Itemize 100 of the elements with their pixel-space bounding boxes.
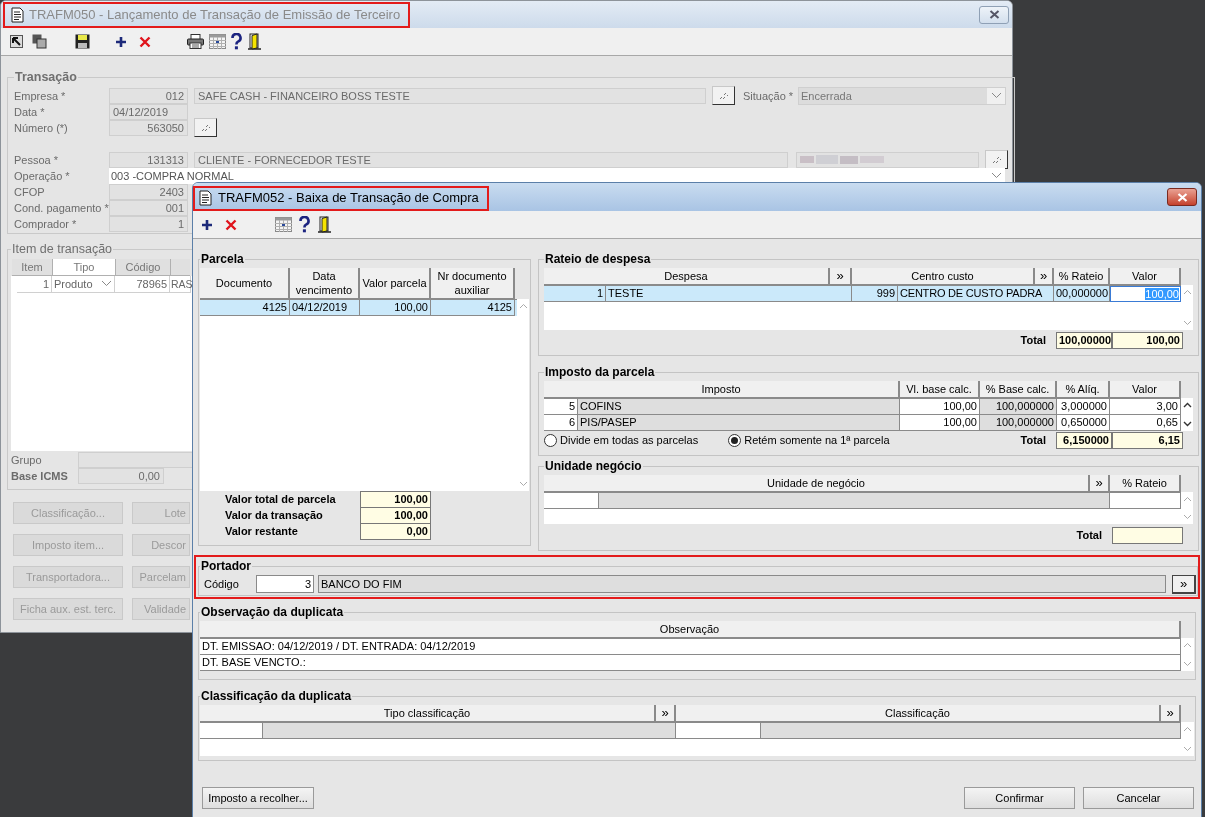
calendar-icon[interactable] [275, 217, 292, 232]
scroll-down-icon[interactable] [1182, 421, 1192, 427]
group-title: Item de transação [11, 241, 114, 258]
lookup-button[interactable]: » [1035, 268, 1054, 285]
group-title: Classificação da duplicata [200, 688, 353, 705]
table-cell: 1 [544, 286, 606, 302]
delete-icon[interactable] [139, 35, 151, 48]
table-cell: 4125 [431, 300, 515, 316]
radio-button[interactable] [544, 433, 557, 447]
table-cell: 78965 [115, 275, 170, 293]
arrow-box-icon[interactable] [10, 35, 23, 48]
delete-icon[interactable] [225, 218, 237, 231]
table-cell: 3,000000 [1057, 399, 1110, 415]
dots-icon [718, 91, 729, 100]
input-field[interactable]: 131313 [109, 151, 188, 168]
field-label: Empresa * [14, 88, 67, 104]
column-header: % Rateio [1110, 475, 1181, 492]
input-field[interactable]: SAFE CASH - FINANCEIRO BOSS TESTE [194, 87, 706, 104]
dropdown[interactable]: Produto [52, 275, 115, 293]
table-cell: TESTE [606, 286, 852, 302]
group-title: Portador [200, 558, 252, 575]
dropdown[interactable]: Encerrada [798, 86, 1006, 105]
column-header: % Rateio [1054, 268, 1110, 285]
close-button[interactable] [1167, 188, 1197, 206]
lookup-button[interactable]: » [1161, 705, 1181, 722]
help-icon[interactable] [299, 216, 310, 233]
column-header: Item [12, 258, 53, 276]
table-cell: DT. BASE VENCTO.: [200, 655, 1181, 671]
table-cell: PIS/PASEP [578, 415, 900, 431]
exit-door-icon[interactable] [247, 33, 262, 50]
table-row[interactable]: 4125 04/12/2019 100,00 4125 [200, 299, 517, 316]
total-label: Valor da transação [224, 507, 324, 523]
column-header: Valor [1110, 381, 1181, 398]
column-header: Tipo [53, 258, 116, 276]
column-header: Código [116, 258, 171, 276]
field-label: Grupo [11, 452, 43, 468]
column-header: Unidade de negócio [544, 475, 1090, 492]
lookup-button[interactable] [194, 118, 217, 138]
table-cell: 0,650000 [1057, 415, 1110, 431]
column-header: % Base calc. [980, 381, 1057, 398]
table-cell: RAS [170, 275, 191, 293]
stacked-squares-icon[interactable] [32, 34, 47, 49]
column-header: Centro custo [852, 268, 1035, 285]
group-title: Transação [14, 69, 78, 86]
calendar-icon[interactable] [209, 34, 226, 49]
table-cell: DT. EMISSAO: 04/12/2019 / DT. ENTRADA: 04/12/2019 [200, 639, 1181, 655]
dots-icon [200, 123, 211, 132]
field-label: Operação * [14, 168, 71, 184]
action-button[interactable]: Cancelar [1083, 787, 1194, 809]
table-row[interactable]: 1 TESTE 999 CENTRO DE CUSTO PADRA 00,000000 100,00 [544, 285, 1181, 302]
document-icon [199, 190, 212, 206]
radio-option[interactable]: Retém somente na 1ª parcela [728, 431, 890, 449]
radio-label: Retém somente na 1ª parcela [744, 432, 890, 448]
add-icon[interactable] [201, 218, 213, 231]
radio-label: Divide em todas as parcelas [560, 432, 699, 448]
lookup-button[interactable]: » [1172, 574, 1196, 594]
column-header: Valor [1110, 268, 1181, 285]
dots-icon [991, 155, 1002, 164]
save-icon[interactable] [75, 34, 90, 49]
table-cell: 4125 [200, 300, 290, 316]
column-header: Classificação [676, 705, 1161, 722]
field-label: Número (*) [14, 120, 69, 136]
lookup-button[interactable]: » [1090, 475, 1110, 492]
close-button[interactable] [979, 5, 1009, 24]
column-header: Imposto [544, 381, 900, 398]
input-field[interactable]: BANCO DO FIM [318, 575, 1166, 593]
exit-door-icon[interactable] [317, 216, 332, 233]
table-cell: 04/12/2019 [290, 300, 360, 316]
input-field[interactable]: 3 [256, 575, 314, 593]
input-field[interactable] [796, 151, 979, 168]
table-cell: 3,00 [1110, 399, 1181, 415]
input-field[interactable]: 100,00 [1110, 286, 1181, 302]
close-icon [988, 10, 1000, 19]
lookup-button[interactable]: » [656, 705, 676, 722]
lookup-button[interactable] [712, 86, 735, 106]
action-button[interactable]: Confirmar [964, 787, 1075, 809]
scroll-up-icon[interactable] [1182, 402, 1192, 408]
help-icon[interactable] [231, 33, 242, 50]
total-field: 6,15 [1112, 431, 1183, 449]
column-header: Tipo classificação [200, 705, 656, 722]
field-label: Situação * [743, 88, 795, 104]
column-header [171, 258, 190, 276]
printer-icon[interactable] [187, 34, 204, 49]
table-cell: 1 [17, 275, 52, 293]
lookup-button[interactable] [985, 150, 1008, 170]
input-field[interactable]: 012 [109, 87, 188, 104]
input-field[interactable]: CLIENTE - FORNECEDOR TESTE [194, 151, 788, 168]
column-header: Valor parcela [360, 268, 431, 299]
column-header: % Alíq. [1057, 381, 1110, 398]
add-icon[interactable] [115, 35, 127, 48]
column-header: Documento [200, 268, 290, 299]
action-button[interactable]: Imposto a recolher... [202, 787, 314, 809]
radio-option[interactable]: Divide em todas as parcelas [544, 431, 699, 449]
total-label: Valor restante [224, 523, 299, 539]
radio-button[interactable] [728, 433, 742, 447]
lookup-button[interactable]: » [830, 268, 852, 285]
column-header: Data vencimento [290, 268, 360, 299]
close-icon [1176, 192, 1188, 202]
field-label: Data * [14, 104, 46, 120]
total-field [1112, 527, 1183, 544]
